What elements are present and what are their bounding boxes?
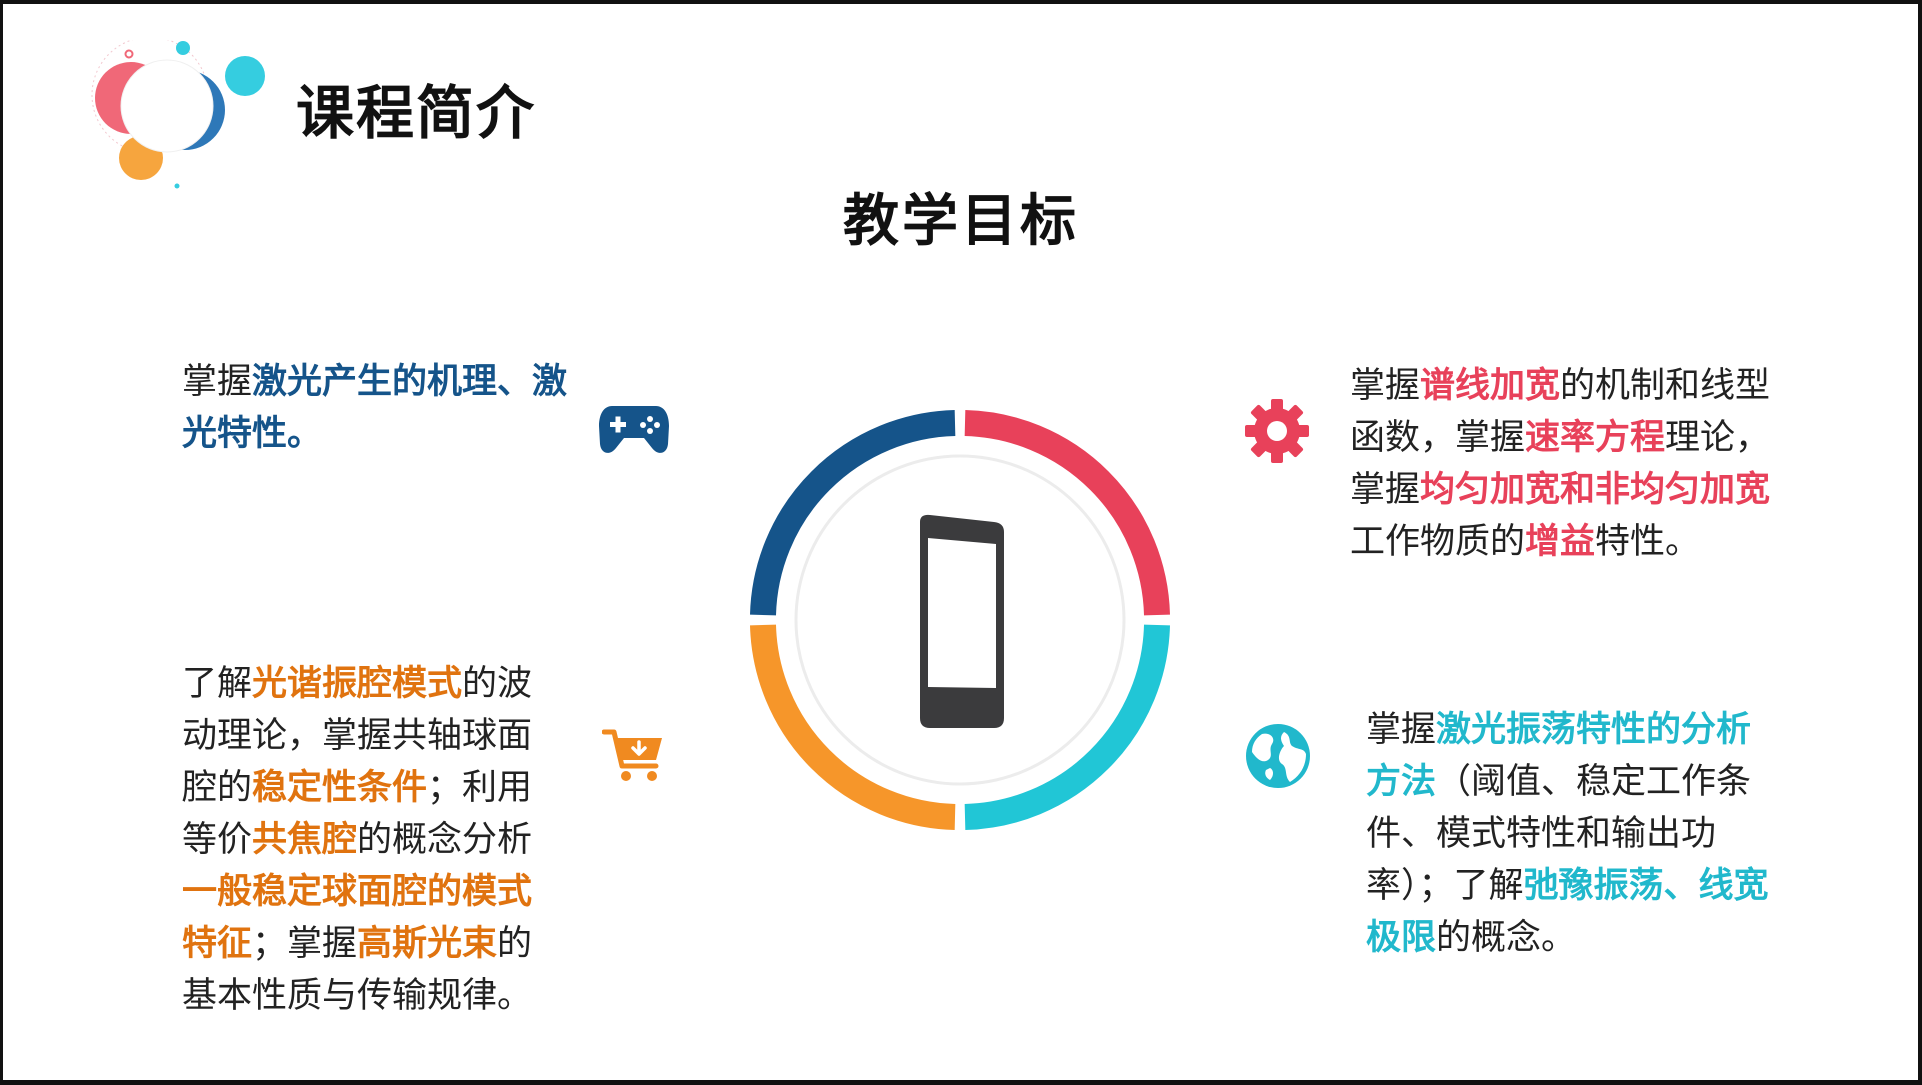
goal-text-span: 了解: [182, 664, 253, 704]
goal-highlight: 稳定性条件: [252, 768, 428, 808]
bottom-border: [0, 1080, 1922, 1085]
goal-text-span: 的概念分析: [357, 820, 533, 860]
goal-text-span: 掌握: [1366, 710, 1437, 750]
goal-text-span: 掌握: [1350, 366, 1421, 406]
goal-highlight: 光谐振腔模式: [252, 664, 463, 704]
goal-highlight: 共焦腔: [252, 820, 358, 860]
section-title: 教学目标: [843, 189, 1079, 254]
goals-ring: [750, 410, 1170, 830]
goal-text-span: 特性。: [1595, 522, 1701, 562]
goal-text-span: ；掌握: [252, 924, 358, 964]
goal-text-bottom-left: 了解光谐振腔模式的波动理论，掌握共轴球面腔的稳定性条件；利用等价共焦腔的概念分析…: [182, 658, 562, 1022]
gear-icon: [1245, 399, 1309, 463]
goal-highlight: 高斯光束: [357, 924, 498, 964]
right-border: [1918, 0, 1922, 1085]
goal-text-span: 掌握: [182, 362, 253, 402]
goal-text-top-right: 掌握谱线加宽的机制和线型函数，掌握速率方程理论，掌握均匀加宽和非均匀加宽工作物质…: [1350, 360, 1800, 568]
goal-text-bottom-right: 掌握激光振荡特性的分析方法（阈值、稳定工作条件、模式特性和输出功率）；了解弛豫振…: [1366, 704, 1786, 964]
globe-icon: [1246, 724, 1310, 788]
goal-highlight: 增益: [1525, 522, 1596, 562]
goal-highlight: 均匀加宽和非均匀加宽: [1420, 470, 1771, 510]
smartphone-icon: [920, 514, 1004, 728]
gamepad-icon: [599, 406, 669, 453]
goal-highlight: 速率方程: [1525, 418, 1666, 458]
page-title: 课程简介: [296, 79, 537, 147]
goal-text-span: 的概念。: [1436, 918, 1577, 958]
goal-text-span: 工作物质的: [1350, 522, 1526, 562]
left-border: [0, 0, 3, 1085]
top-border: [0, 0, 1922, 4]
goal-text-top-left: 掌握激光产生的机理、激光特性。: [182, 356, 582, 460]
goal-highlight: 谱线加宽: [1420, 366, 1561, 406]
shopping-cart-icon: [602, 729, 662, 781]
